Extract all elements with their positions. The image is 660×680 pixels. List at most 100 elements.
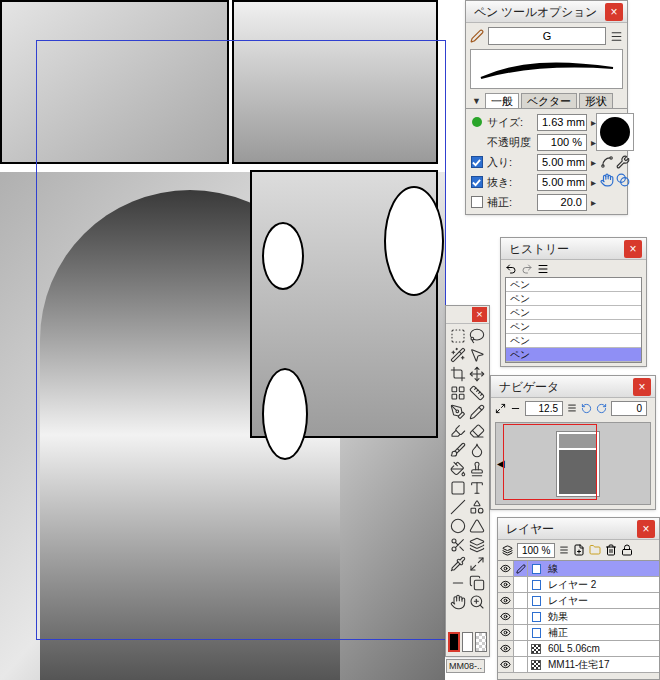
setting-icon[interactable] bbox=[616, 155, 630, 169]
layer-icon[interactable] bbox=[469, 537, 485, 553]
transparent-swatch[interactable] bbox=[475, 632, 487, 652]
ruler-icon[interactable] bbox=[469, 385, 485, 401]
checkbox[interactable] bbox=[471, 156, 483, 168]
transform-icon[interactable] bbox=[469, 556, 485, 572]
option-arrow[interactable]: ▸ bbox=[591, 195, 596, 210]
polygon-icon[interactable] bbox=[469, 518, 485, 534]
close-button[interactable]: × bbox=[624, 240, 642, 258]
brush-icon[interactable] bbox=[450, 442, 466, 458]
history-item[interactable]: ペン bbox=[506, 306, 641, 320]
new-layer-icon[interactable] bbox=[573, 544, 585, 556]
redo-icon[interactable] bbox=[521, 263, 533, 275]
move-icon[interactable] bbox=[469, 366, 485, 382]
option-value[interactable]: 20.0 bbox=[537, 194, 587, 211]
main-color-swatch[interactable] bbox=[448, 632, 460, 652]
bucket-icon[interactable] bbox=[450, 461, 466, 477]
layer-row[interactable]: レイヤー 2 bbox=[498, 577, 659, 593]
eye-icon[interactable] bbox=[500, 611, 511, 622]
marker-icon[interactable] bbox=[450, 423, 466, 439]
line-icon[interactable] bbox=[450, 499, 466, 515]
tab[interactable]: ベクター bbox=[521, 93, 577, 108]
layer-row[interactable]: レイヤー bbox=[498, 593, 659, 609]
text-icon[interactable] bbox=[469, 480, 485, 496]
close-button[interactable]: × bbox=[637, 520, 655, 538]
option-arrow[interactable]: ▸ bbox=[591, 175, 596, 190]
layer-row[interactable]: 60L 5.06cm bbox=[498, 641, 659, 657]
history-item[interactable]: ペン bbox=[506, 292, 641, 306]
tab[interactable]: 一般 bbox=[485, 93, 519, 108]
pen-tool-options-palette: ペン ツールオプション×G▼一般ベクター形状サイズ:1.63 mm▸不透明度10… bbox=[465, 0, 628, 215]
eye-icon[interactable] bbox=[500, 643, 511, 654]
eye-icon[interactable] bbox=[500, 659, 511, 670]
stamp-icon[interactable] bbox=[469, 461, 485, 477]
eyedropper-icon[interactable] bbox=[450, 556, 466, 572]
view-rectangle[interactable] bbox=[503, 424, 597, 500]
copy-icon[interactable] bbox=[469, 575, 485, 591]
lasso-icon[interactable] bbox=[469, 328, 485, 344]
tab[interactable]: 形状 bbox=[579, 93, 613, 108]
close-button[interactable]: × bbox=[472, 307, 487, 322]
opacity-menu-icon[interactable] bbox=[559, 545, 569, 555]
pen-tool-icon[interactable] bbox=[450, 404, 466, 420]
pressure-icon[interactable] bbox=[600, 155, 614, 169]
layer-row[interactable]: 補正 bbox=[498, 625, 659, 641]
navigator-preview bbox=[505, 423, 650, 504]
tab-arrow[interactable]: ▼ bbox=[470, 95, 483, 109]
gradient-icon[interactable] bbox=[450, 480, 466, 496]
undo-icon[interactable] bbox=[505, 263, 517, 275]
layer-name: 60L 5.06cm bbox=[544, 641, 600, 656]
zoom-icon[interactable] bbox=[469, 594, 485, 610]
crop-icon[interactable] bbox=[450, 366, 466, 382]
ellipse-icon[interactable] bbox=[450, 518, 466, 534]
preset-field[interactable]: G bbox=[488, 27, 606, 45]
rotation-field[interactable]: 0 bbox=[611, 401, 647, 416]
menu-icon[interactable] bbox=[610, 30, 623, 43]
rotate-right-icon[interactable] bbox=[596, 403, 607, 414]
scroll-left-arrow[interactable]: ◀ bbox=[496, 456, 505, 471]
layer-row[interactable]: 線 bbox=[498, 561, 659, 577]
blur-icon[interactable] bbox=[469, 442, 485, 458]
history-item[interactable]: ペン bbox=[506, 320, 641, 334]
hand-icon[interactable] bbox=[600, 173, 614, 187]
layer-row[interactable]: MM11-住宅17 bbox=[498, 657, 659, 673]
pencil-icon[interactable] bbox=[469, 404, 485, 420]
pointer-icon[interactable] bbox=[469, 347, 485, 363]
eye-icon[interactable] bbox=[500, 627, 511, 638]
folder-icon[interactable] bbox=[589, 544, 601, 556]
eye-icon[interactable] bbox=[500, 579, 511, 590]
option-value[interactable]: 100 % bbox=[537, 134, 587, 151]
zoom-menu-icon[interactable] bbox=[567, 403, 577, 413]
zoom-out-icon[interactable] bbox=[510, 403, 521, 414]
eye-icon[interactable] bbox=[500, 595, 511, 606]
lock-icon[interactable] bbox=[621, 544, 633, 556]
history-item[interactable]: ペン bbox=[506, 348, 641, 362]
grid-icon[interactable] bbox=[450, 385, 466, 401]
eye-icon[interactable] bbox=[500, 563, 511, 574]
zoom-field[interactable]: 12.5 bbox=[525, 401, 563, 416]
wand-icon[interactable] bbox=[450, 347, 466, 363]
eraser-icon[interactable] bbox=[469, 423, 485, 439]
checkbox[interactable] bbox=[471, 176, 483, 188]
history-item[interactable]: ペン bbox=[506, 278, 641, 292]
layer-row[interactable]: 効果 bbox=[498, 609, 659, 625]
sub-color-swatch[interactable] bbox=[462, 632, 474, 652]
scissors-icon[interactable] bbox=[450, 537, 466, 553]
shapes-icon[interactable] bbox=[469, 499, 485, 515]
blend-icon[interactable] bbox=[616, 173, 630, 187]
close-button[interactable]: × bbox=[633, 378, 651, 396]
option-arrow[interactable]: ▸ bbox=[591, 155, 596, 170]
option-value[interactable]: 1.63 mm bbox=[537, 114, 587, 131]
opacity-field[interactable]: 100 % bbox=[517, 543, 555, 558]
balloon-icon[interactable] bbox=[450, 575, 466, 591]
checkbox[interactable] bbox=[471, 196, 483, 208]
option-value[interactable]: 5.00 mm bbox=[537, 154, 587, 171]
option-value[interactable]: 5.00 mm bbox=[537, 174, 587, 191]
close-button[interactable]: × bbox=[605, 3, 623, 21]
delete-icon[interactable] bbox=[605, 544, 617, 556]
marquee-icon[interactable] bbox=[450, 328, 466, 344]
menu-icon[interactable] bbox=[537, 263, 549, 275]
rotate-left-icon[interactable] bbox=[581, 403, 592, 414]
fit-icon[interactable] bbox=[495, 403, 506, 414]
history-item[interactable]: ペン bbox=[506, 334, 641, 348]
hand-icon[interactable] bbox=[450, 594, 466, 610]
